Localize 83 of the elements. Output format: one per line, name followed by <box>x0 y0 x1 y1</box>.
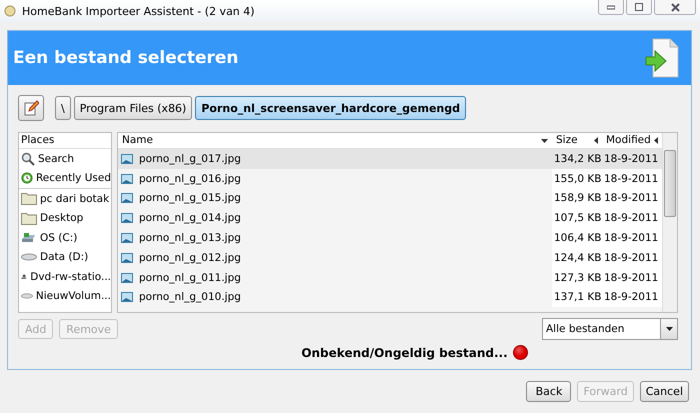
file-size: 107,5 KB <box>552 208 602 228</box>
edit-path-button[interactable] <box>18 95 44 121</box>
file-row[interactable]: porno_nl_g_012.jpg 124,4 KB 18-9-2011 <box>118 248 662 268</box>
drive-icon <box>21 252 37 262</box>
file-name: porno_nl_g_012.jpg <box>139 252 241 264</box>
clock-icon <box>21 171 33 186</box>
image-file-icon <box>121 252 133 263</box>
file-row[interactable]: porno_nl_g_010.jpg 137,1 KB 18-9-2011 <box>118 288 662 308</box>
image-file-icon <box>121 292 133 302</box>
status-text: Onbekend/Ongeldig bestand... <box>301 346 508 360</box>
sort-down-icon <box>541 138 548 142</box>
place-item[interactable]: Desktop <box>19 208 111 228</box>
file-date: 18-9-2011 <box>602 149 662 169</box>
file-name: porno_nl_g_010.jpg <box>139 291 241 304</box>
close-icon <box>670 2 680 12</box>
scrollbar[interactable] <box>662 133 677 312</box>
file-name: porno_nl_g_014.jpg <box>139 212 241 224</box>
file-size: 106,4 KB <box>552 228 602 248</box>
search-icon <box>21 152 35 166</box>
file-date: 18-9-2011 <box>602 168 662 189</box>
place-item[interactable]: NieuwVolum... <box>19 286 111 306</box>
places-heading: Places <box>19 133 111 149</box>
file-size: 155,0 KB <box>552 168 602 189</box>
maximize-icon <box>635 3 643 11</box>
image-file-icon <box>121 193 133 204</box>
scroll-thumb[interactable] <box>664 150 676 217</box>
file-name: porno_nl_g_016.jpg <box>139 172 241 185</box>
file-row[interactable]: porno_nl_g_014.jpg 107,5 KB 18-9-2011 <box>118 208 662 228</box>
filter-dropdown[interactable]: Alle bestanden <box>542 318 678 340</box>
minimize-icon <box>607 4 615 10</box>
path-button[interactable]: Porno_nl_screensaver_hardcore_gemengd <box>195 96 466 120</box>
path-button[interactable]: \ <box>55 96 71 120</box>
file-date: 18-9-2011 <box>602 208 662 228</box>
image-file-icon <box>121 233 133 244</box>
image-file-icon <box>121 154 133 164</box>
file-size: 134,2 KB <box>552 149 602 169</box>
file-size: 124,4 KB <box>552 248 602 268</box>
place-item[interactable]: Search <box>19 149 111 168</box>
pencil-icon <box>23 100 39 116</box>
minimize-button[interactable] <box>598 0 624 15</box>
file-date: 18-9-2011 <box>602 228 662 248</box>
file-name: porno_nl_g_011.jpg <box>139 272 241 284</box>
file-row[interactable]: porno_nl_g_013.jpg 106,4 KB 18-9-2011 <box>118 228 662 248</box>
file-row[interactable]: porno_nl_g_011.jpg 127,3 KB 18-9-2011 <box>118 268 662 288</box>
cancel-button[interactable]: Cancel <box>640 381 689 402</box>
place-item[interactable]: OS (C:) <box>19 228 111 248</box>
image-file-icon <box>121 213 133 224</box>
file-name: porno_nl_g_013.jpg <box>139 232 241 244</box>
window-title: HomeBank Importeer Assistent - (2 van 4) <box>22 4 256 18</box>
back-button[interactable]: Back <box>526 381 572 402</box>
place-item[interactable]: Dvd-rw-statio... <box>19 267 111 286</box>
file-date: 18-9-2011 <box>602 248 662 268</box>
column-header[interactable]: Name <box>118 133 552 148</box>
file-date: 18-9-2011 <box>602 188 662 208</box>
file-size: 127,3 KB <box>552 268 602 288</box>
file-date: 18-9-2011 <box>602 268 662 288</box>
column-header[interactable]: Size <box>552 133 602 148</box>
drive-icon <box>21 291 33 302</box>
file-size: 158,9 KB <box>552 188 602 208</box>
sort-left-icon <box>654 137 658 144</box>
file-row[interactable]: porno_nl_g_016.jpg 155,0 KB 18-9-2011 <box>118 168 662 189</box>
file-name: porno_nl_g_015.jpg <box>139 192 241 204</box>
header-title: Een bestand selecteren <box>13 48 239 68</box>
file-row[interactable]: porno_nl_g_015.jpg 158,9 KB 18-9-2011 <box>118 188 662 208</box>
folder-icon <box>21 212 37 225</box>
place-item[interactable]: pc dari botak <box>19 188 111 208</box>
place-item[interactable]: Recently Used <box>19 168 111 188</box>
dropdown-arrow-icon <box>666 327 672 331</box>
drive-icon <box>21 232 37 244</box>
file-date: 18-9-2011 <box>602 288 662 308</box>
place-item[interactable]: Data (D:) <box>19 248 111 267</box>
image-file-icon <box>121 174 133 184</box>
close-button[interactable] <box>654 0 696 15</box>
sort-left-icon <box>594 137 598 144</box>
app-icon <box>4 5 16 17</box>
maximize-button[interactable] <box>626 0 652 15</box>
file-name: porno_nl_g_017.jpg <box>139 152 241 165</box>
path-button[interactable]: Program Files (x86) <box>74 96 192 120</box>
file-size: 137,1 KB <box>552 288 602 308</box>
folder-icon <box>21 192 37 206</box>
column-header[interactable]: Modified <box>602 133 662 148</box>
image-file-icon <box>121 272 133 283</box>
file-import-icon <box>645 38 679 78</box>
